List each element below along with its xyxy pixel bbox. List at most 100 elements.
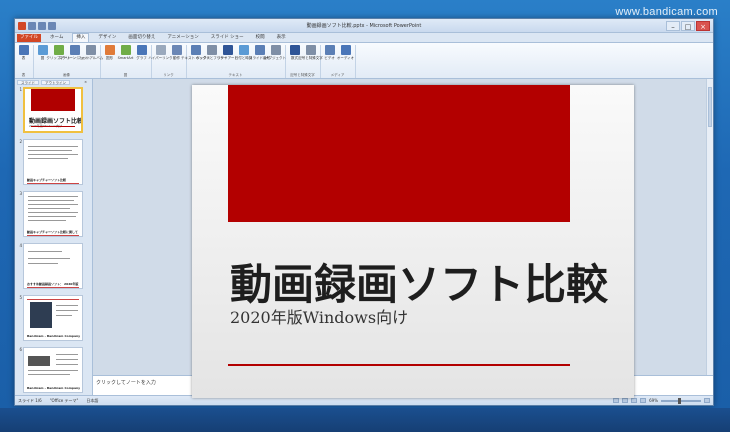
thumbnail-row[interactable]: 4 おすすめ動画録画ソフト： 2020年版 (17, 243, 90, 289)
ribbon-button-icon (324, 45, 335, 55)
close-panel-icon[interactable]: × (81, 80, 90, 85)
ribbon-button-label: 図 (40, 56, 45, 60)
ribbon-tab[interactable]: ファイル (17, 34, 41, 42)
ribbon-tab[interactable]: 挿入 (72, 33, 90, 42)
ribbon-tab[interactable]: 表示 (274, 34, 289, 42)
maximize-button[interactable]: □ (681, 20, 695, 31)
ribbon-button-icon (270, 45, 281, 55)
ribbon-button-label: 記号と特殊文字 (298, 56, 323, 60)
ribbon-tab[interactable]: デザイン (95, 34, 119, 42)
ribbon-group-label: 表 (21, 73, 26, 77)
ribbon-button-icon (171, 45, 182, 55)
close-button[interactable]: × (696, 20, 710, 31)
ribbon-button-icon (69, 45, 80, 55)
ribbon-button-icon (222, 45, 233, 55)
ribbon-group-label: 記号と特殊文字 (290, 73, 315, 77)
ribbon-button-icon (136, 45, 147, 55)
fit-to-window-button[interactable] (704, 398, 710, 403)
tab-outline[interactable]: アウトライン (41, 80, 70, 85)
red-accent-line[interactable] (228, 364, 570, 366)
ribbon-button-icon (190, 45, 201, 55)
ribbon-tab[interactable]: ホーム (47, 34, 66, 42)
undo-icon[interactable] (38, 21, 46, 30)
normal-view-button[interactable] (613, 398, 620, 403)
thumb-text-line (28, 370, 78, 371)
slide-thumbnail-6[interactable]: Bandicam - Bandicam Company (23, 347, 83, 393)
slide-thumbnail-2[interactable]: 動画キャプチャーソフト比較 (23, 139, 83, 185)
ribbon-tab[interactable]: 校閲 (253, 34, 268, 42)
slide-thumbnail-3[interactable]: 動画キャプチャーソフト比較に関して (23, 191, 83, 237)
slide-title[interactable]: 動画録画ソフト比較 (230, 251, 608, 312)
ribbon-button[interactable]: オーディオ (337, 45, 354, 73)
thumbnail-row[interactable]: 2 動画キャプチャーソフト比較 (17, 139, 90, 185)
thumb-text-line (28, 263, 58, 264)
slide-sorter-button[interactable] (622, 398, 629, 403)
zoom-level[interactable]: 69% (649, 398, 658, 403)
ribbon-button-icon (85, 45, 96, 55)
scrollbar-thumb[interactable] (708, 87, 712, 127)
thumbnail-row[interactable]: 6 Bandicam - Bandicam Company (17, 347, 90, 393)
vertical-scrollbar[interactable] (706, 79, 713, 375)
thumbnail-row[interactable]: 5 Bandicam - Bandicam Company (17, 295, 90, 341)
slideshow-button[interactable] (640, 398, 647, 403)
thumb-caption: 動画キャプチャーソフト比較に関して (27, 230, 78, 234)
ribbon-tab[interactable]: アニメーション (164, 34, 201, 42)
ribbon-button[interactable]: 表 (17, 45, 30, 73)
slide-thumbnail-5[interactable]: Bandicam - Bandicam Company (23, 295, 83, 341)
ribbon-button[interactable]: ワードアート (217, 45, 238, 73)
ribbon-button-label: 数式 (291, 56, 298, 60)
slide-thumbnail-1[interactable]: 動画録画ソフト比較 2020年版Windows向け (23, 87, 83, 133)
ribbon-group: 数式 記号と特殊文字 記号と特殊文字 (288, 45, 323, 78)
ribbon-button[interactable]: 記号と特殊文字 (298, 45, 323, 73)
slide-canvas-area: 動画録画ソフト比較 2020年版Windows向け (93, 79, 713, 398)
ribbon-button[interactable]: ハイパーリンク (148, 45, 173, 73)
reading-view-button[interactable] (631, 398, 638, 403)
zoom-slider[interactable] (661, 397, 701, 404)
ribbon-button-icon (238, 45, 249, 55)
current-slide[interactable]: 動画録画ソフト比較 2020年版Windows向け (192, 85, 634, 398)
thumb-text-line (28, 204, 78, 205)
thumb-caption: Bandicam - Bandicam Company (27, 386, 80, 390)
thumb-text-line (28, 258, 70, 259)
thumb-caption-rule (27, 235, 79, 236)
ribbon-button-icon (155, 45, 166, 55)
ribbon-button-label: 動作 (173, 56, 180, 60)
ribbon-button[interactable]: 図形 (103, 45, 116, 73)
ribbon-button[interactable]: フォト アルバム (78, 45, 103, 73)
powerpoint-app-icon[interactable] (18, 21, 26, 30)
thumb-top-rule (27, 299, 79, 300)
ribbon-group-items: 数式 記号と特殊文字 (288, 45, 323, 73)
thumb-text-line (28, 251, 62, 252)
ribbon-group-label: 図 (123, 73, 128, 77)
language-indicator[interactable]: 日本語 (86, 398, 98, 404)
ribbon-button-icon (289, 45, 300, 55)
ribbon-button-label: オブジェクト (265, 56, 286, 60)
slide-thumbnail-4[interactable]: おすすめ動画録画ソフト： 2020年版 (23, 243, 83, 289)
ribbon-button[interactable]: グラフ (135, 45, 148, 73)
ribbon-button-label: SmartArt (117, 56, 134, 60)
red-banner-rectangle[interactable] (228, 85, 570, 222)
ribbon-button-icon (53, 45, 64, 55)
slide-subtitle[interactable]: 2020年版Windows向け (230, 304, 408, 328)
ribbon-button[interactable]: ヘッダーとフッター (196, 45, 227, 73)
powerpoint-window: 動画録画ソフト比較.pptx - Microsoft PowerPoint – … (14, 18, 714, 406)
ribbon-button[interactable]: SmartArt (117, 45, 134, 73)
ribbon-group-label: リンク (163, 73, 174, 77)
ribbon-button-icon (104, 45, 115, 55)
thumb-text-line (56, 354, 78, 355)
ribbon-tab[interactable]: 画面切り替え (125, 34, 158, 42)
redo-icon[interactable] (48, 21, 56, 30)
thumb-text-line (28, 196, 78, 197)
thumb-caption: Bandicam - Bandicam Company (27, 334, 80, 338)
thumbnail-row[interactable]: 3 動画キャプチャーソフト比較に関して (17, 191, 90, 237)
thumb-text-line (28, 154, 78, 155)
tab-slides[interactable]: スライド (17, 80, 39, 85)
ribbon-button[interactable]: ビデオ (323, 45, 336, 73)
minimize-button[interactable]: – (666, 20, 680, 31)
title-bar: 動画録画ソフト比較.pptx - Microsoft PowerPoint – … (15, 19, 713, 33)
thumb-text-line (28, 216, 76, 217)
ribbon-tab[interactable]: スライド ショー (208, 34, 247, 42)
thumbnail-row[interactable]: 1 動画録画ソフト比較 2020年版Windows向け (17, 87, 90, 133)
ribbon-button[interactable]: オブジェクト (265, 45, 286, 73)
save-icon[interactable] (28, 21, 36, 30)
